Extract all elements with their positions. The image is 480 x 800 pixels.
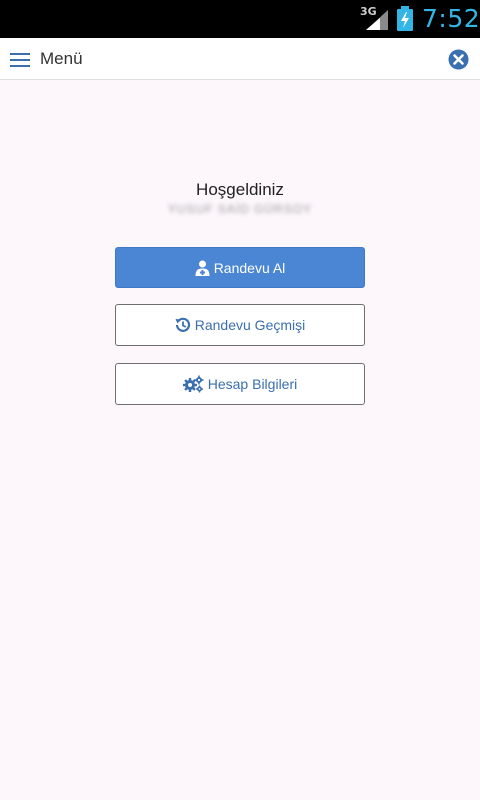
cogs-icon <box>182 375 204 393</box>
randevu-gecmisi-label: Randevu Geçmişi <box>194 317 306 333</box>
randevu-al-label: Randevu Al <box>213 259 286 276</box>
randevu-gecmisi-button[interactable]: Randevu Geçmişi <box>115 304 365 346</box>
welcome-heading: Hoşgeldiniz <box>196 180 284 199</box>
menu-title[interactable]: Menü <box>40 49 83 69</box>
user-name: YUSUF SAİD GÜRSOY <box>167 202 313 216</box>
history-icon <box>175 317 191 333</box>
hesap-bilgileri-button[interactable]: Hesap Bilgileri <box>115 363 365 405</box>
clock: 7:52 <box>422 4 480 33</box>
app-bar: Menü <box>0 38 480 80</box>
user-doctor-icon <box>195 260 210 276</box>
status-bar: 3G 7:52 <box>0 0 480 38</box>
randevu-al-button[interactable]: Randevu Al <box>115 247 365 288</box>
close-circle-icon[interactable] <box>448 49 469 70</box>
signal-icon <box>366 10 388 30</box>
hesap-bilgileri-label: Hesap Bilgileri <box>207 376 298 392</box>
battery-charging-icon <box>397 6 413 31</box>
hamburger-menu-icon[interactable] <box>10 52 30 68</box>
